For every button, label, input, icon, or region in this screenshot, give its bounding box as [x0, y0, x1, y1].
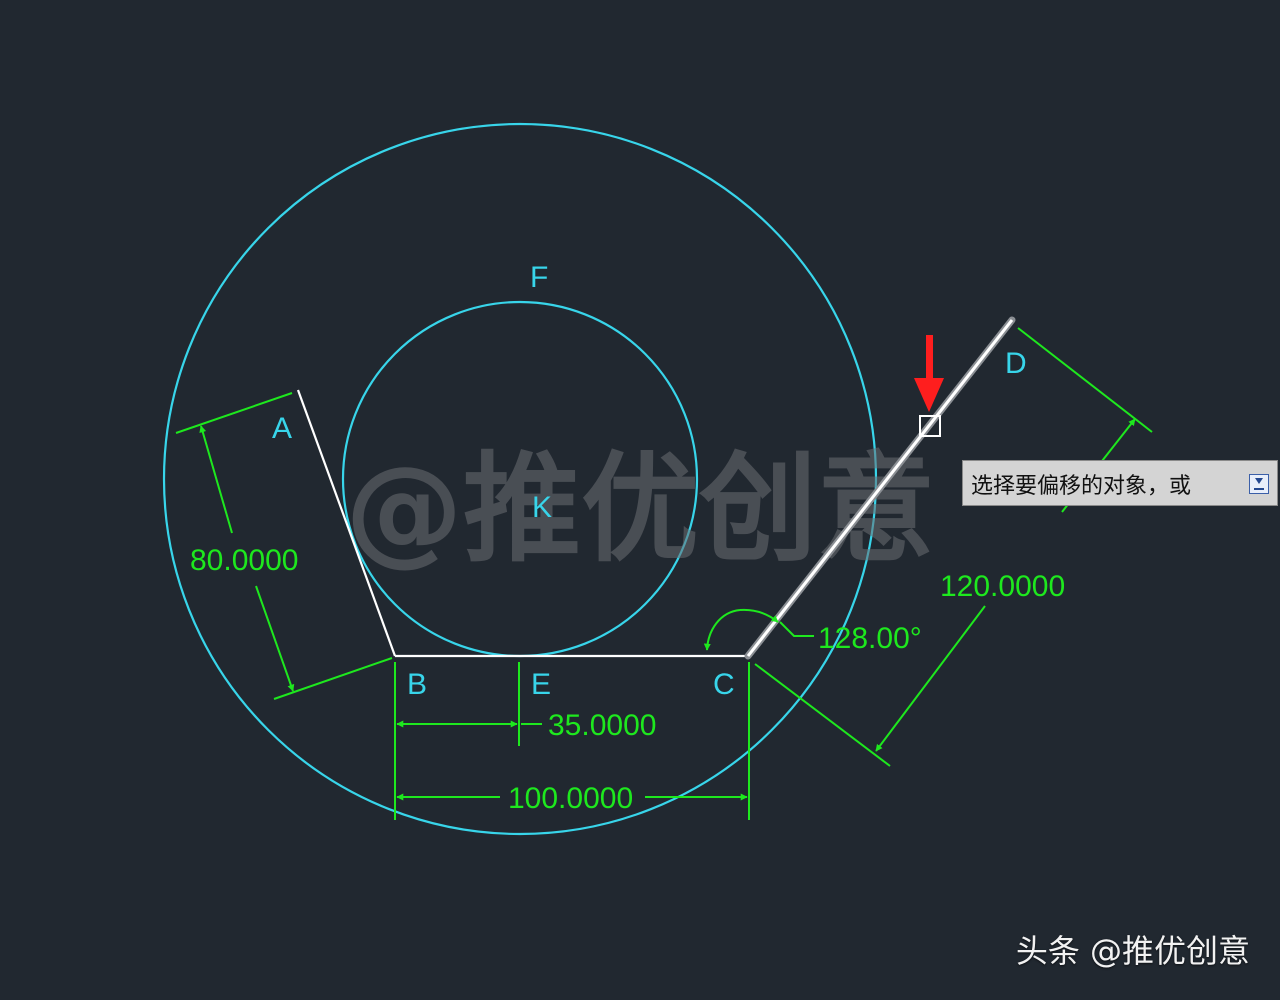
command-prompt-tooltip: 选择要偏移的对象，或	[962, 460, 1278, 506]
point-label-k: K	[532, 491, 552, 524]
dim-100-text: 100.0000	[508, 782, 633, 815]
point-label-e: E	[531, 668, 551, 701]
author-credit: 头条 @推优创意	[1015, 932, 1250, 970]
watermark-text: @推优创意	[345, 440, 935, 578]
cad-drawing-canvas[interactable]: @推优创意 80.0000 35.0000 100.0000 120.0000 …	[0, 0, 1280, 1000]
red-arrow-icon	[914, 335, 944, 412]
dim-120-text: 120.0000	[940, 570, 1065, 603]
dim-angle-text: 128.00°	[818, 622, 922, 655]
point-label-f: F	[530, 261, 548, 294]
command-prompt-text: 选择要偏移的对象，或	[971, 474, 1192, 499]
point-label-a: A	[272, 412, 292, 445]
point-label-c: C	[713, 668, 735, 701]
point-label-d: D	[1005, 347, 1027, 380]
dim-80-text: 80.0000	[190, 544, 298, 577]
point-label-b: B	[407, 668, 427, 701]
dim-35-text: 35.0000	[548, 709, 656, 742]
dropdown-menu-icon[interactable]	[1249, 474, 1269, 494]
